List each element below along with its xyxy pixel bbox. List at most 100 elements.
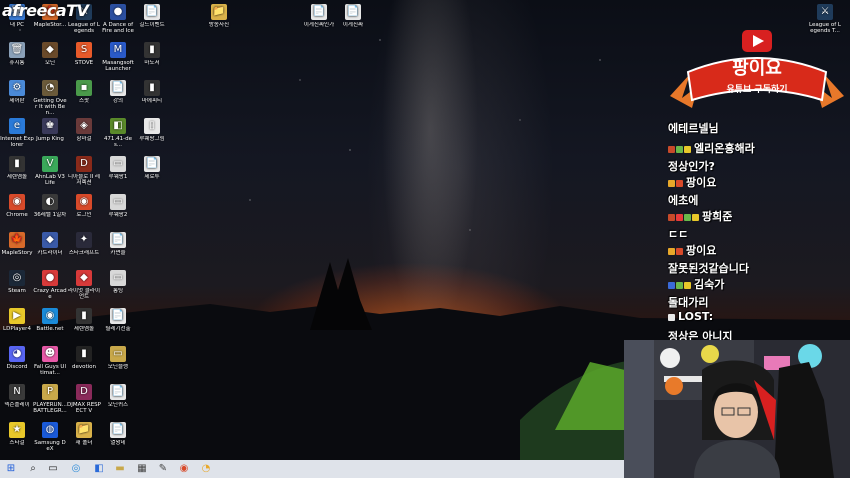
desktop-icon[interactable]: ● A Dance of Fire and Ice bbox=[101, 4, 135, 34]
app-icon: 🗑 bbox=[9, 42, 25, 58]
desktop-icon-label: 길드이벤트 bbox=[139, 22, 165, 28]
desktop-icon[interactable]: 📄 열왕네 bbox=[101, 422, 135, 446]
desktop-icon[interactable]: ▮ 세렌멤돌 bbox=[0, 156, 34, 180]
app-icon: ◆ bbox=[42, 232, 58, 248]
desktop-icon-label: Masangsoft Launcher bbox=[102, 60, 134, 72]
desktop-icon[interactable]: ☻ Fall Guys Ultimat... bbox=[33, 346, 67, 376]
app-icon: ▶ bbox=[9, 308, 25, 324]
desktop-icon-label: 이게진짜인가 bbox=[303, 22, 335, 28]
desktop-icon[interactable]: ♚ Jump King bbox=[33, 118, 67, 142]
app-icon: e bbox=[9, 118, 25, 134]
chat-username-line: 엘리온흥해라 bbox=[668, 140, 755, 156]
app-icon: ♚ bbox=[42, 118, 58, 134]
badge-icon bbox=[668, 146, 675, 153]
app-icon: ▮ bbox=[144, 80, 160, 96]
desktop-icon[interactable]: 🍁 MapleStory bbox=[0, 232, 34, 256]
calculator-icon[interactable]: ▦ bbox=[135, 462, 149, 476]
desktop-icon[interactable]: ◕ Discord bbox=[0, 346, 34, 370]
desktop-icon[interactable]: ▮ 마에피티 bbox=[135, 80, 169, 104]
chat-username: 엘리온흥해라 bbox=[694, 142, 755, 155]
app-icon: ▯ bbox=[144, 118, 160, 134]
desktop-icon[interactable]: S STOVE bbox=[67, 42, 101, 66]
desktop-icon[interactable]: ◧ 471.41-des... bbox=[101, 118, 135, 148]
desktop-icon[interactable]: ◆ 오딘 bbox=[33, 42, 67, 66]
task-view-icon[interactable]: ▭ bbox=[46, 462, 60, 476]
app-icon: 📄 bbox=[345, 4, 361, 20]
chat-username-line: 팡희준 bbox=[668, 208, 732, 224]
desktop-icon[interactable]: 📄 카면술 bbox=[101, 232, 135, 256]
desktop-icon[interactable]: ◉ Chrome bbox=[0, 194, 34, 218]
desktop-icon-label: 릴레기선출 bbox=[105, 326, 131, 332]
chat-badges bbox=[668, 143, 692, 156]
desktop-icon[interactable]: 📁 새 폴더 bbox=[67, 422, 101, 446]
desktop-icon[interactable]: M Masangsoft Launcher bbox=[101, 42, 135, 72]
desktop-icon-label: 넥슨플레이 bbox=[4, 402, 30, 408]
desktop-icon[interactable]: 📄 강의 bbox=[101, 80, 135, 104]
desktop-icon[interactable]: ▭ 모딘블랭 bbox=[101, 346, 135, 370]
desktop-icon[interactable]: ◉ 로그인 bbox=[67, 194, 101, 218]
desktop-icon[interactable]: ★ 스타걸 bbox=[0, 422, 34, 446]
desktop-icon[interactable]: 📁 방송사진 bbox=[202, 4, 236, 28]
desktop-icon[interactable]: 📄 릴레기선출 bbox=[101, 308, 135, 332]
desktop-icon-label: 카트라이더 bbox=[37, 250, 63, 256]
app-icon: 📄 bbox=[110, 384, 126, 400]
app-icon: ▭ bbox=[110, 156, 126, 172]
desktop-icon[interactable]: 🗑 휴지통 bbox=[0, 42, 34, 66]
app-icon: ● bbox=[110, 4, 126, 20]
chat-username-line: 팡이요 bbox=[668, 174, 716, 190]
explorer-icon[interactable]: ▬ bbox=[113, 462, 127, 476]
youtube-subscribe-banner[interactable]: 팡이요 유튜브 구독하기 bbox=[668, 26, 846, 116]
badge-icon bbox=[684, 282, 691, 289]
app-icon[interactable]: ◔ bbox=[199, 462, 213, 476]
desktop-icon[interactable]: ▪ 스팟 bbox=[67, 80, 101, 104]
desktop-icon[interactable]: D 디아블로 II 레저렉션 bbox=[67, 156, 101, 186]
desktop-icon[interactable]: ◔ Getting Over It with Ben... bbox=[33, 80, 67, 116]
badge-icon bbox=[668, 214, 675, 221]
desktop-icon[interactable]: 📄 오딘퀴즈 bbox=[101, 384, 135, 408]
desktop-icon-label: Internet Explorer bbox=[0, 136, 34, 148]
desktop-icon-label: Getting Over It with Ben... bbox=[33, 98, 67, 116]
edge-icon[interactable]: ◎ bbox=[69, 462, 83, 476]
desktop-icon[interactable]: ◈ 항마걸 bbox=[67, 118, 101, 142]
desktop-icon[interactable]: ✦ 스타크래프트 bbox=[67, 232, 101, 256]
desktop-icon[interactable]: 📄 제로투 bbox=[135, 156, 169, 180]
desktop-icon[interactable]: 📄 길드이벤트 bbox=[135, 4, 169, 28]
desktop-icon[interactable]: D DJMAX RESPECT V bbox=[67, 384, 101, 414]
desktop-icon[interactable]: ▮ 세렌멤돌 bbox=[67, 308, 101, 332]
desktop-icon[interactable]: N 넥슨플레이 bbox=[0, 384, 34, 408]
desktop-icon[interactable]: ◍ Samsung DeX bbox=[33, 422, 67, 452]
app-icon: ◉ bbox=[42, 308, 58, 324]
desktop-icon[interactable]: e Internet Explorer bbox=[0, 118, 34, 148]
app-icon: ◐ bbox=[42, 194, 58, 210]
desktop-icon[interactable]: ▮ 마도서 bbox=[135, 42, 169, 66]
chat-username: 팡이요 bbox=[686, 176, 717, 189]
pen-icon[interactable]: ✎ bbox=[156, 462, 170, 476]
desktop-icon[interactable]: ● Crazy Arcade bbox=[33, 270, 67, 300]
desktop-icon-label: 강의 bbox=[112, 98, 124, 104]
desktop-icon[interactable]: ◆ 라이엇 클라이언트 bbox=[67, 270, 101, 300]
desktop-icon[interactable]: ▯ 루웨팡그림 bbox=[135, 118, 169, 142]
desktop-icon-label: 로그인 bbox=[76, 212, 92, 218]
chat-username: 팡이요 bbox=[686, 244, 717, 257]
start-icon[interactable]: ⊞ bbox=[4, 462, 18, 476]
desktop-icon-label: 제로투 bbox=[144, 174, 160, 180]
app-icon: ▮ bbox=[9, 156, 25, 172]
search-icon[interactable]: ⌕ bbox=[26, 462, 40, 476]
desktop-icon[interactable]: P PLAYERUN... BATTLEGR... bbox=[33, 384, 67, 414]
photos-icon[interactable]: ◧ bbox=[92, 462, 106, 476]
desktop-icon[interactable]: ◎ Steam bbox=[0, 270, 34, 294]
desktop-icon[interactable]: ◐ 36레밸 1일차 bbox=[33, 194, 67, 218]
desktop-icon[interactable]: ▭ 롱팅 bbox=[101, 270, 135, 294]
desktop-icon[interactable]: ◉ Battle.net bbox=[33, 308, 67, 332]
desktop-icon[interactable]: ▭ 루웨팡2 bbox=[101, 194, 135, 218]
desktop-icon[interactable]: V AhnLab V3 Life bbox=[33, 156, 67, 186]
desktop-icon[interactable]: ▮ devotion bbox=[67, 346, 101, 370]
desktop-icon[interactable]: ⚙ 제어판 bbox=[0, 80, 34, 104]
desktop-icon[interactable]: ◆ 카트라이더 bbox=[33, 232, 67, 256]
desktop-icon[interactable]: 📄 이게진짜 bbox=[336, 4, 370, 28]
desktop-icon-label: 새 폴더 bbox=[75, 440, 93, 446]
desktop-icon[interactable]: ▭ 루웨팡1 bbox=[101, 156, 135, 180]
desktop-icon[interactable]: 📄 이게진짜인가 bbox=[302, 4, 336, 28]
desktop-icon[interactable]: ▶ LDPlayer4 bbox=[0, 308, 34, 332]
chrome-icon[interactable]: ◉ bbox=[177, 462, 191, 476]
